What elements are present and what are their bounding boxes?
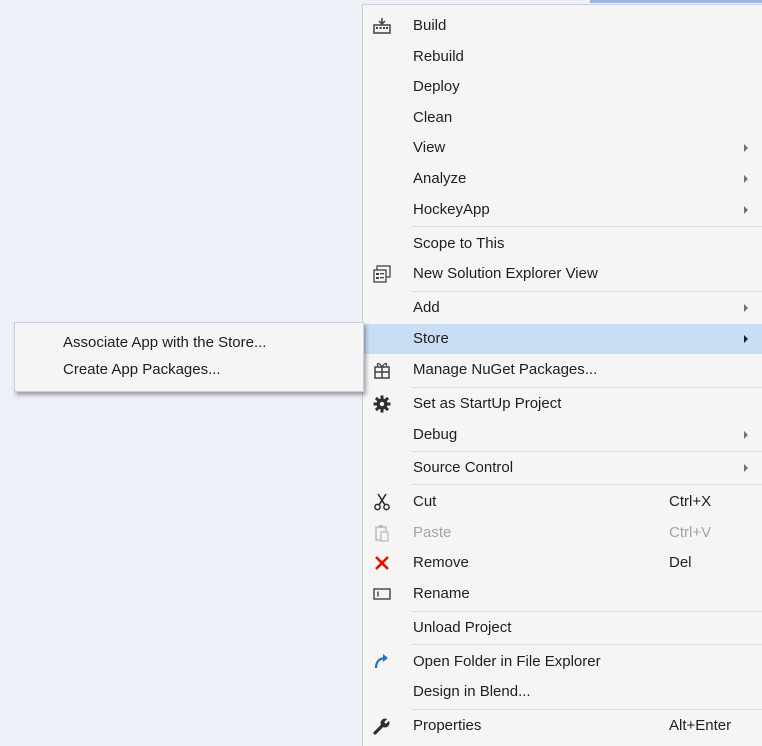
menu-separator <box>411 644 762 645</box>
new-solution-explorer-view-icon <box>373 265 391 283</box>
menu-separator <box>411 709 762 710</box>
menu-item-hockeyapp[interactable]: HockeyApp <box>363 195 762 225</box>
menu-separator <box>411 387 762 388</box>
scissors-icon <box>373 493 391 511</box>
solution-explorer-context-menu: Build Rebuild Deploy Clean View Analyze … <box>362 4 762 746</box>
menu-item-label: Properties <box>413 717 482 734</box>
menu-item-label: Unload Project <box>413 619 512 636</box>
submenu-arrow-icon <box>744 175 748 183</box>
menu-item-remove[interactable]: Remove Del <box>363 548 762 578</box>
menu-item-rename[interactable]: Rename <box>363 579 762 609</box>
rename-icon <box>373 585 391 603</box>
menu-item-debug[interactable]: Debug <box>363 420 762 450</box>
menu-separator <box>411 611 762 612</box>
menu-item-label: Design in Blend... <box>413 683 531 700</box>
redo-arrow-icon <box>373 653 391 671</box>
menu-item-unload-project[interactable]: Unload Project <box>363 613 762 643</box>
window-top-accent <box>590 0 762 3</box>
menu-item-label: Analyze <box>413 170 467 187</box>
submenu-arrow-icon <box>744 144 748 152</box>
menu-item-label: Deploy <box>413 78 460 95</box>
menu-item-label: Set as StartUp Project <box>413 395 562 412</box>
menu-item-source-control[interactable]: Source Control <box>363 453 762 483</box>
menu-item-new-solution-explorer-view[interactable]: New Solution Explorer View <box>363 259 762 289</box>
menu-item-label: Rename <box>413 585 470 602</box>
menu-item-label: Store <box>413 330 449 347</box>
menu-item-add[interactable]: Add <box>363 293 762 323</box>
submenu-item-create-app-packages[interactable]: Create App Packages... <box>15 356 363 384</box>
submenu-arrow-icon <box>744 464 748 472</box>
menu-separator <box>411 484 762 485</box>
menu-item-store[interactable]: Store <box>363 324 762 354</box>
menu-item-label: View <box>413 139 446 156</box>
gear-icon <box>373 395 391 413</box>
menu-item-label: Manage NuGet Packages... <box>413 361 598 378</box>
shortcut-label: Alt+Enter <box>669 717 732 734</box>
red-x-icon <box>373 554 391 572</box>
menu-item-analyze[interactable]: Analyze <box>363 164 762 194</box>
menu-item-build[interactable]: Build <box>363 11 762 41</box>
shortcut-label: Ctrl+X <box>669 493 712 510</box>
menu-separator <box>411 291 762 292</box>
store-submenu: Associate App with the Store... Create A… <box>14 322 364 392</box>
menu-item-design-in-blend[interactable]: Design in Blend... <box>363 677 762 707</box>
submenu-item-label: Create App Packages... <box>63 361 221 378</box>
menu-item-label: HockeyApp <box>413 201 490 218</box>
menu-item-label: Source Control <box>413 459 514 476</box>
clipboard-icon <box>373 524 391 542</box>
menu-item-deploy[interactable]: Deploy <box>363 72 762 102</box>
menu-item-rebuild[interactable]: Rebuild <box>363 42 762 72</box>
menu-item-label: Scope to This <box>413 235 505 252</box>
menu-item-cut[interactable]: Cut Ctrl+X <box>363 487 762 517</box>
menu-item-label: Add <box>413 299 440 316</box>
menu-item-label: Remove <box>413 554 469 571</box>
submenu-item-associate-app[interactable]: Associate App with the Store... <box>15 329 363 357</box>
menu-item-label: New Solution Explorer View <box>413 265 598 282</box>
menu-item-label: Build <box>413 17 447 34</box>
menu-item-clean[interactable]: Clean <box>363 103 762 133</box>
menu-item-label: Clean <box>413 109 453 126</box>
shortcut-label: Del <box>669 554 692 571</box>
menu-item-paste[interactable]: Paste Ctrl+V <box>363 518 762 548</box>
wrench-icon <box>373 717 391 735</box>
submenu-arrow-icon <box>744 335 748 343</box>
menu-item-label: Paste <box>413 524 452 541</box>
submenu-arrow-icon <box>744 304 748 312</box>
submenu-item-label: Associate App with the Store... <box>63 334 267 351</box>
menu-item-label: Debug <box>413 426 458 443</box>
menu-separator <box>411 226 762 227</box>
submenu-arrow-icon <box>744 206 748 214</box>
submenu-arrow-icon <box>744 431 748 439</box>
shortcut-label: Ctrl+V <box>669 524 712 541</box>
menu-item-scope-to-this[interactable]: Scope to This <box>363 229 762 259</box>
nuget-package-icon <box>373 361 391 379</box>
menu-item-manage-nuget[interactable]: Manage NuGet Packages... <box>363 355 762 385</box>
menu-item-properties[interactable]: Properties Alt+Enter <box>363 711 762 741</box>
menu-item-set-as-startup[interactable]: Set as StartUp Project <box>363 389 762 419</box>
menu-item-view[interactable]: View <box>363 133 762 163</box>
menu-separator <box>411 451 762 452</box>
menu-item-label: Open Folder in File Explorer <box>413 653 601 670</box>
build-icon <box>373 17 391 35</box>
menu-item-label: Cut <box>413 493 437 510</box>
menu-item-open-folder[interactable]: Open Folder in File Explorer <box>363 647 762 677</box>
menu-item-label: Rebuild <box>413 48 464 65</box>
